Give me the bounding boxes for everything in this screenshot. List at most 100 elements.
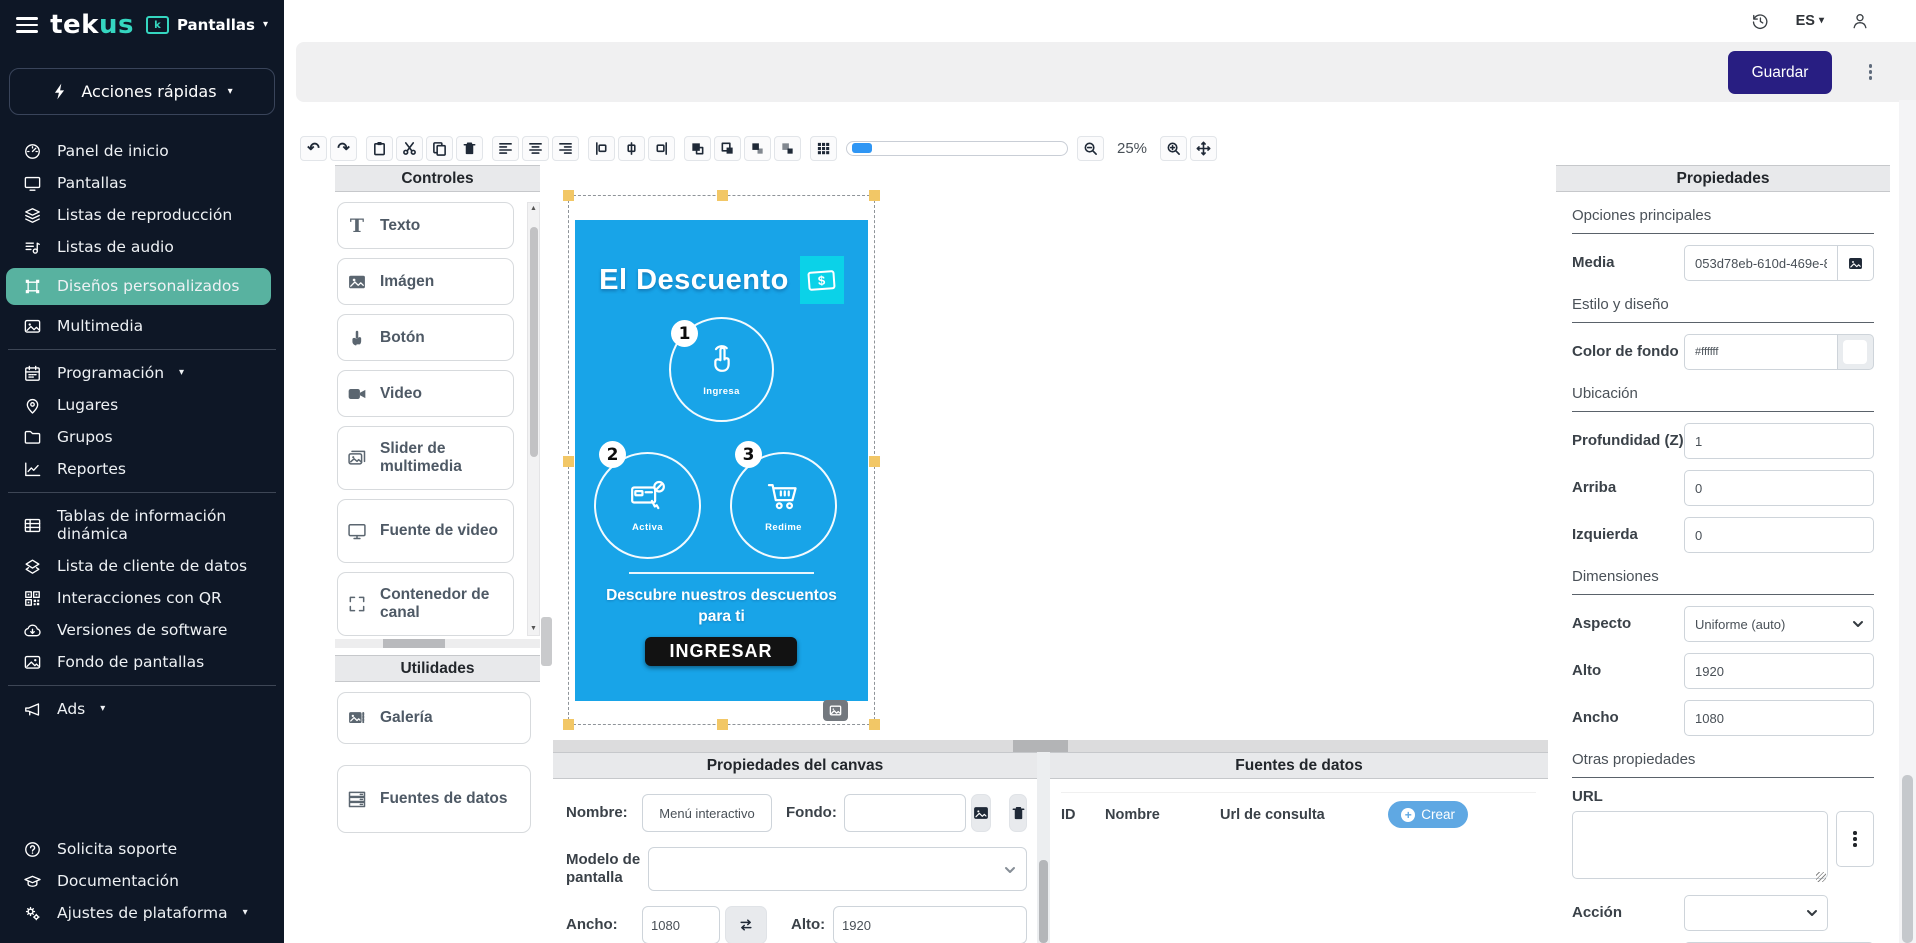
- zoom-slider-thumb[interactable]: [852, 143, 872, 153]
- send-to-back-button[interactable]: [774, 136, 801, 161]
- align-right-button[interactable]: [552, 136, 579, 161]
- history-icon[interactable]: [1750, 11, 1770, 31]
- control-texto[interactable]: T Texto: [337, 202, 514, 249]
- background-picker-button[interactable]: [971, 794, 991, 832]
- height-input[interactable]: [1684, 653, 1874, 689]
- color-swatch-button[interactable]: [1838, 334, 1874, 370]
- bg-color-input[interactable]: [1684, 334, 1838, 370]
- sidebar-item-grupos[interactable]: Grupos: [0, 421, 284, 453]
- quick-actions-button[interactable]: Acciones rápidas: [9, 68, 275, 115]
- sidebar-item-disenos-personalizados[interactable]: Diseños personalizados: [6, 268, 271, 305]
- zoom-in-button[interactable]: [1160, 136, 1187, 161]
- hamburger-menu-icon[interactable]: [16, 13, 38, 37]
- align-left-button[interactable]: [492, 136, 519, 161]
- paste-button[interactable]: [366, 136, 393, 161]
- sidebar-item-programacion[interactable]: Programación: [0, 357, 284, 389]
- user-icon[interactable]: [1850, 11, 1870, 31]
- scroll-up-arrow[interactable]: ▲: [528, 203, 539, 215]
- align-center-button[interactable]: [522, 136, 549, 161]
- resize-handle-sw[interactable]: [563, 719, 574, 730]
- resize-grip-icon[interactable]: [1816, 872, 1826, 882]
- pan-button[interactable]: [1190, 136, 1217, 161]
- distribute-right-button[interactable]: [648, 136, 675, 161]
- undo-button[interactable]: ↶: [300, 136, 327, 161]
- page-scrollbar-thumb[interactable]: [1902, 775, 1913, 943]
- controls-scrollbar-thumb[interactable]: [530, 227, 538, 457]
- sidebar-item-multimedia[interactable]: Multimedia: [0, 310, 284, 342]
- cut-button[interactable]: [396, 136, 423, 161]
- canvas-hscrollbar-thumb[interactable]: [1013, 740, 1068, 752]
- controls-hscrollbar-thumb[interactable]: [383, 639, 445, 648]
- scroll-down-arrow[interactable]: ▼: [528, 623, 539, 635]
- sidebar-item-lugares[interactable]: Lugares: [0, 389, 284, 421]
- bring-to-front-button[interactable]: [744, 136, 771, 161]
- url-textarea[interactable]: [1572, 811, 1828, 879]
- control-slider-multimedia[interactable]: Slider de multimedia: [337, 426, 514, 490]
- distribute-center-button[interactable]: [618, 136, 645, 161]
- app-logo[interactable]: tekus: [50, 12, 134, 38]
- sidebar-item-documentacion[interactable]: Documentación: [0, 865, 284, 897]
- bring-forward-button[interactable]: [684, 136, 711, 161]
- sidebar-item-versiones-software[interactable]: Versiones de software: [0, 614, 284, 646]
- width-input[interactable]: [1684, 700, 1874, 736]
- utility-galeria[interactable]: Galería: [337, 692, 531, 744]
- control-video[interactable]: Video: [337, 370, 514, 417]
- media-input[interactable]: [1684, 245, 1838, 281]
- copy-button[interactable]: [426, 136, 453, 161]
- aspect-select[interactable]: Uniforme (auto): [1684, 606, 1874, 642]
- zoom-slider[interactable]: [846, 141, 1068, 156]
- resize-handle-s[interactable]: [717, 719, 728, 730]
- bottom-panels-scrollbar-thumb[interactable]: [1039, 860, 1048, 943]
- language-selector[interactable]: ES: [1796, 13, 1824, 29]
- sidebar-item-tablas-informacion-dinamica[interactable]: Tablas de información dinámica: [0, 500, 284, 550]
- grid-toggle-button[interactable]: [810, 136, 837, 161]
- control-fuente-video[interactable]: Fuente de video: [337, 499, 514, 563]
- sidebar-item-panel-de-inicio[interactable]: Panel de inicio: [0, 135, 284, 167]
- sidebar-item-lista-cliente-datos[interactable]: Lista de cliente de datos: [0, 550, 284, 582]
- sidebar-item-fondo-pantallas[interactable]: Fondo de pantallas: [0, 646, 284, 678]
- action-select[interactable]: [1684, 895, 1828, 931]
- sidebar-item-listas-de-audio[interactable]: Listas de audio: [0, 231, 284, 263]
- more-options-icon[interactable]: [1869, 64, 1873, 80]
- media-picker-button[interactable]: [1838, 245, 1874, 281]
- control-imagen[interactable]: Imágen: [337, 258, 514, 305]
- canvas-vscrollbar-thumb[interactable]: [541, 617, 552, 666]
- z-depth-input[interactable]: [1684, 423, 1874, 459]
- url-options-button[interactable]: [1836, 811, 1874, 867]
- swap-dimensions-button[interactable]: [725, 906, 767, 943]
- distribute-left-button[interactable]: [588, 136, 615, 161]
- clear-background-button[interactable]: [1009, 794, 1027, 832]
- create-data-source-button[interactable]: + Crear: [1388, 801, 1468, 828]
- sidebar-item-interacciones-qr[interactable]: Interacciones con QR: [0, 582, 284, 614]
- sidebar-item-listas-de-reproduccion[interactable]: Listas de reproducción: [0, 199, 284, 231]
- resize-handle-ne[interactable]: [869, 190, 880, 201]
- zoom-out-button[interactable]: [1077, 136, 1104, 161]
- sidebar-item-reportes[interactable]: Reportes: [0, 453, 284, 485]
- delete-button[interactable]: [456, 136, 483, 161]
- control-boton[interactable]: Botón: [337, 314, 514, 361]
- save-button[interactable]: Guardar: [1728, 51, 1832, 94]
- canvas-name-input[interactable]: [642, 794, 772, 832]
- sidebar-item-ads[interactable]: Ads: [0, 693, 284, 725]
- screens-menu[interactable]: k Pantallas: [146, 16, 268, 34]
- resize-handle-nw[interactable]: [563, 190, 574, 201]
- sidebar-item-ajustes-plataforma[interactable]: Ajustes de plataforma: [0, 897, 284, 929]
- canvas-width-input[interactable]: [642, 906, 720, 943]
- resize-handle-se[interactable]: [869, 719, 880, 730]
- resize-handle-n[interactable]: [717, 190, 728, 201]
- sidebar-item-pantallas[interactable]: Pantallas: [0, 167, 284, 199]
- resize-handle-w[interactable]: [563, 456, 574, 467]
- screen-model-select[interactable]: [648, 847, 1027, 891]
- sidebar-item-solicita-soporte[interactable]: Solicita soporte: [0, 833, 284, 865]
- resize-handle-e[interactable]: [869, 456, 880, 467]
- send-backward-button[interactable]: [714, 136, 741, 161]
- left-input[interactable]: [1684, 517, 1874, 553]
- control-contenedor-canal[interactable]: Contenedor de canal: [337, 572, 514, 636]
- selected-design-element[interactable]: El Descuento $ Ingresa Activa Redime: [568, 195, 875, 725]
- utility-fuentes-datos[interactable]: Fuentes de datos: [337, 765, 531, 833]
- canvas-height-input[interactable]: [833, 906, 1027, 943]
- top-input[interactable]: [1684, 470, 1874, 506]
- redo-button[interactable]: ↷: [330, 136, 357, 161]
- zoom-level: 25%: [1113, 140, 1151, 157]
- canvas-background-input[interactable]: [844, 794, 966, 832]
